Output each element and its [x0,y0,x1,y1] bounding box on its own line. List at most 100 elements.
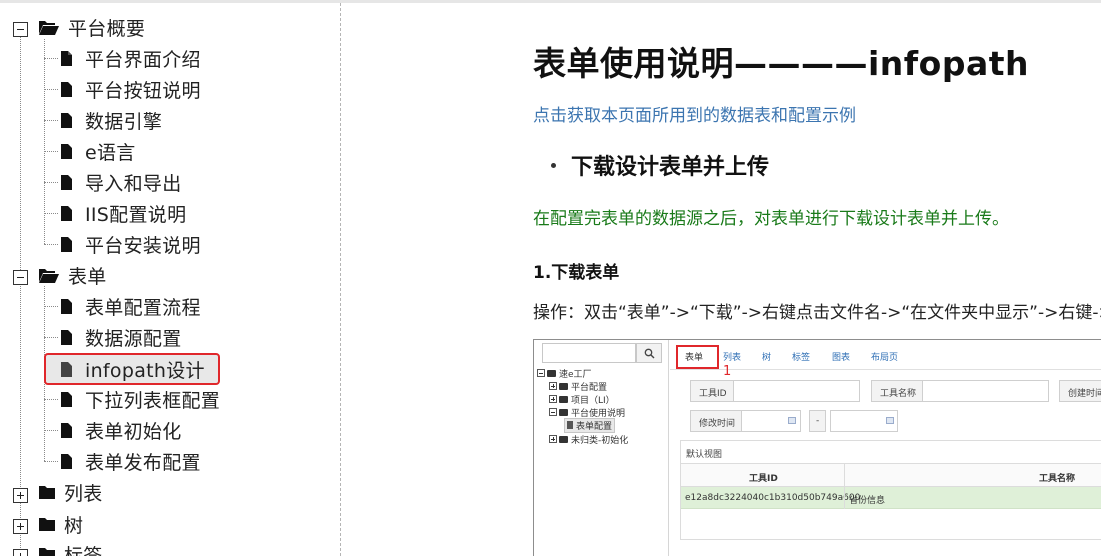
file-icon [61,205,72,221]
tree-item-platform-ui[interactable]: 平台界面介绍 [60,43,201,73]
tree-item-label: 表单发布配置 [85,451,201,474]
tree-item-form-publish[interactable]: 表单发布配置 [60,446,201,476]
section-heading-text: 下载设计表单并上传 [571,155,770,180]
page-title: 表单使用说明————infopath [533,44,1029,83]
tree-group-label: 树 [64,514,84,537]
tree-branch [44,306,58,307]
tree-item-label: 数据引擎 [85,110,163,133]
tree-branch [44,58,58,59]
tree-branch [44,461,58,462]
folder-icon [559,382,568,390]
expand-toggle-icon [549,382,557,390]
screenshot-range-separator: - [809,410,827,432]
tree-item-data-engine[interactable]: 数据引擎 [60,105,162,135]
folder-open-icon [39,268,59,283]
screenshot-tree-label: 未归类-初始化 [571,435,629,446]
tree-connector [20,282,21,491]
step-instructions: 操作：双击“表单”->“下载”->右键点击文件名->“在文件夹中显示”->右键-… [533,303,1101,323]
screenshot-field-label: 工具ID [691,381,734,401]
tree-group-tag[interactable]: 标签 [38,539,103,556]
screenshot-search-input [542,343,636,363]
screenshot-column-header: 工具名称 [1039,474,1076,484]
tree-item-label: 数据源配置 [85,327,182,350]
tree-item-iis-config[interactable]: IIS配置说明 [60,198,186,228]
file-icon [61,329,72,345]
screenshot-tree-label: 速e工厂 [559,369,592,380]
expand-toggle-icon[interactable] [13,519,28,534]
screenshot-table-row: e12a8dc3224040c1b310d50b749a600 省份信息 [681,487,1101,509]
tree-item-label: e语言 [85,141,136,164]
screenshot-tool-name-field: 工具名称 [871,380,1049,402]
tree-item-label: 表单初始化 [85,420,182,443]
tree-item-label: 下拉列表框配置 [85,389,221,412]
tree-branch [44,182,58,183]
tree-item-infopath-design[interactable]: infopath设计 [60,354,205,384]
calendar-icon [788,417,796,424]
tree-item-platform-install[interactable]: 平台安装说明 [60,229,201,259]
screenshot-table-cell: 省份信息 [849,496,886,506]
tree-item-datasource-config[interactable]: 数据源配置 [60,322,182,352]
calendar-icon [886,417,894,424]
tree-group-tree[interactable]: 树 [38,509,83,539]
search-icon [636,343,662,363]
tree-item-label: 导入和导出 [85,172,182,195]
folder-icon [39,548,55,556]
expand-toggle-icon[interactable] [13,549,28,556]
screenshot-tree-label: 表单配置 [576,421,613,432]
screenshot-main-panel: 表单 列表 树 标签 图表 布局页 1 工具ID 工具名称 创建时间 修改时间 [670,340,1101,556]
file-icon [61,50,72,66]
screenshot-tabs: 表单 列表 树 标签 图表 布局页 [670,340,1101,370]
tree-branch [44,89,58,90]
tree-branch [44,244,58,245]
file-icon [61,453,72,469]
tree-group-platform-overview[interactable]: 平台概要 [38,12,145,42]
folder-open-icon [39,20,59,35]
collapse-toggle-icon[interactable] [13,22,28,37]
tree-item-e-language[interactable]: e语言 [60,136,136,166]
file-icon [61,81,72,97]
file-icon [567,421,573,429]
tree-item-form-config-flow[interactable]: 表单配置流程 [60,291,201,321]
tree-group-label: 平台概要 [68,17,146,40]
navigation-tree: 平台概要 平台界面介绍 平台按钮说明 数据引擎 e语言 导入和导出 IIS配置说… [0,3,341,556]
screenshot-callout-number: 1 [723,364,732,379]
tree-group-list[interactable]: 列表 [38,477,103,507]
tree-item-platform-buttons[interactable]: 平台按钮说明 [60,74,201,104]
screenshot-tab: 树 [762,353,772,363]
tree-item-label: 平台按钮说明 [85,79,201,102]
screenshot-tree-item: 未归类-初始化 [549,433,629,446]
tree-connector [20,37,21,274]
tree-item-label: 平台安装说明 [85,234,201,257]
tree-branch [44,430,58,431]
screenshot-tree-item: 项目（LI） [549,393,615,406]
tree-group-form[interactable]: 表单 [38,260,107,290]
tree-item-import-export[interactable]: 导入和导出 [60,167,182,197]
tree-item-form-init[interactable]: 表单初始化 [60,415,182,445]
screenshot-tab: 标签 [792,353,811,363]
tree-branch [44,120,58,121]
collapse-toggle-icon [549,408,557,416]
screenshot-column-divider [844,463,845,509]
screenshot-field-label: 修改时间 [691,411,743,431]
file-icon [61,174,72,190]
article-content: 表单使用说明————infopath 点击获取本页面所用到的数据表和配置示例 下… [341,3,1101,556]
expand-toggle-icon[interactable] [13,488,28,503]
screenshot-tree-label: 平台配置 [571,382,608,393]
tree-item-dropdown-config[interactable]: 下拉列表框配置 [60,384,220,414]
tree-branch [44,337,58,338]
tree-group-label: 列表 [64,482,103,505]
collapse-toggle-icon[interactable] [13,270,28,285]
tree-branch [44,213,58,214]
tree-item-label: 表单配置流程 [85,296,201,319]
download-sample-link[interactable]: 点击获取本页面所用到的数据表和配置示例 [533,101,856,126]
expand-toggle-icon [549,435,557,443]
screenshot-tree-panel: 速e工厂 平台配置 项目（LI） 平台使用说明 表单配置 未归类-初始化 [534,340,669,556]
screenshot-tab: 图表 [832,353,851,363]
tree-group-label: 表单 [68,265,107,288]
embedded-screenshot: 速e工厂 平台配置 项目（LI） 平台使用说明 表单配置 未归类-初始化 表单 … [533,339,1101,556]
folder-icon [39,486,55,499]
file-icon [61,422,72,438]
screenshot-modify-time-end-field [830,410,898,432]
file-icon [61,236,72,252]
screenshot-tree-item: 平台配置 [549,380,608,393]
